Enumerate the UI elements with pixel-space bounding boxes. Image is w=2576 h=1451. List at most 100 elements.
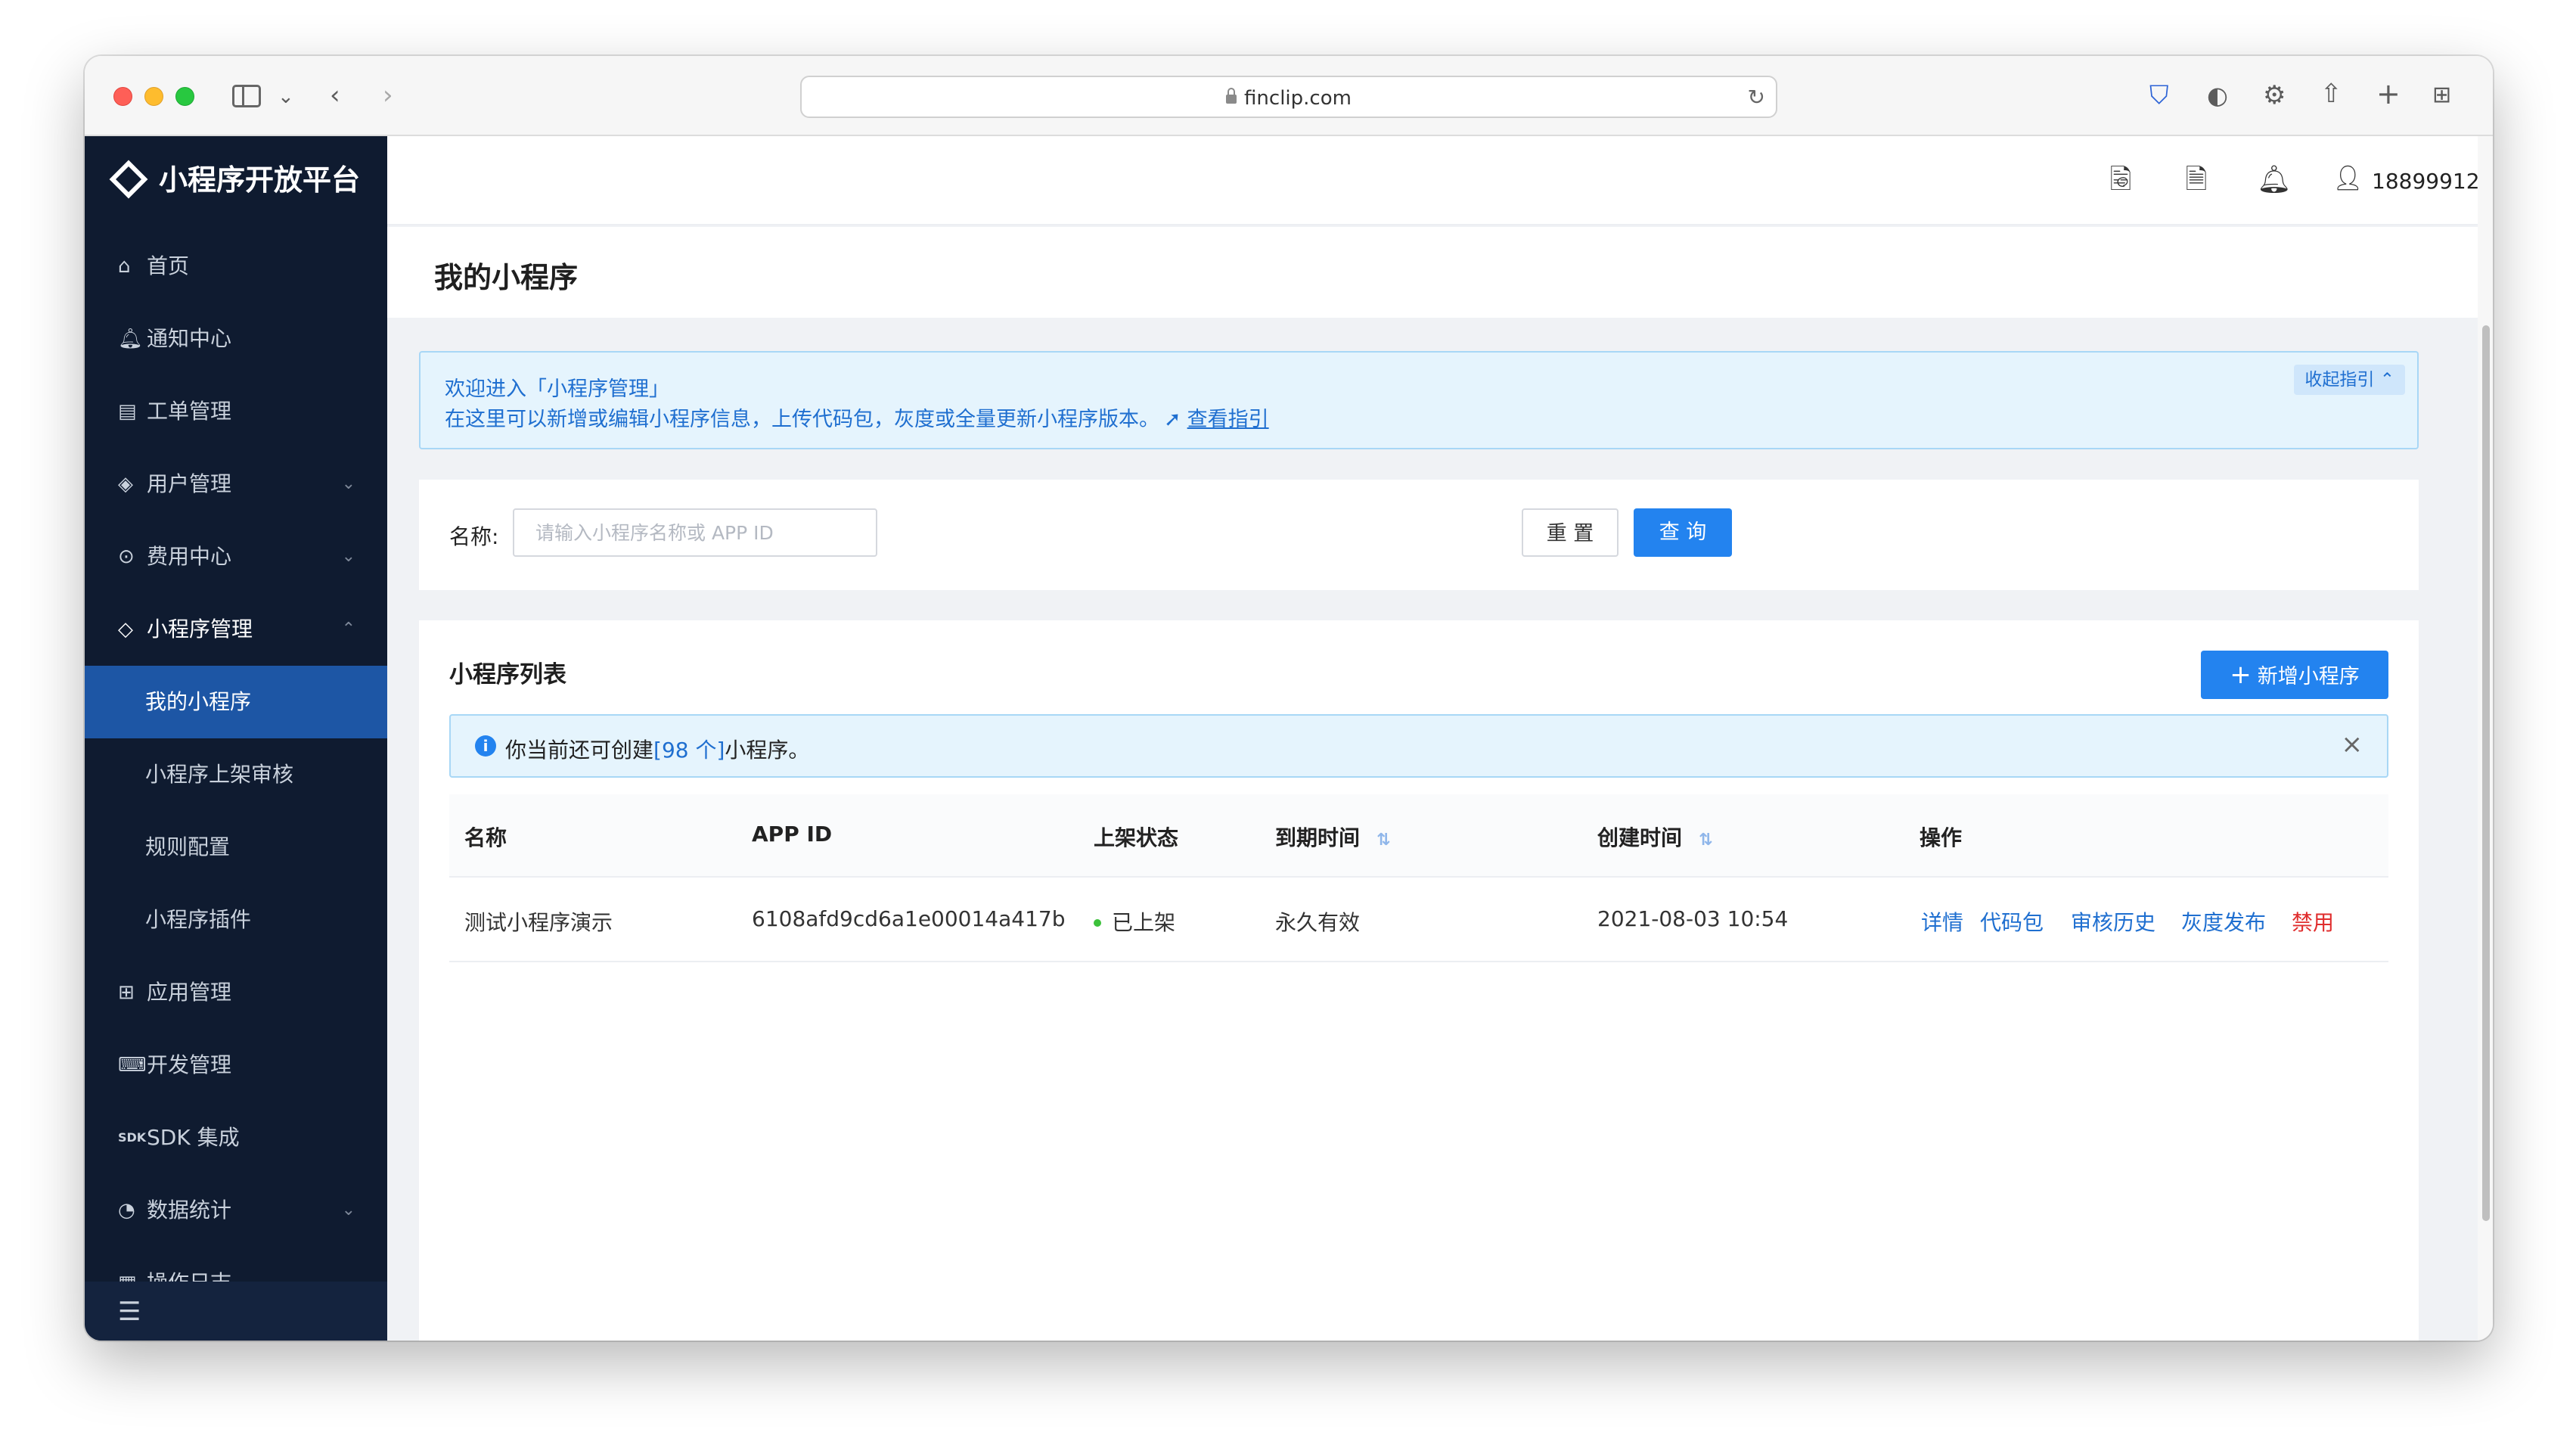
sidebar-item-label: 小程序管理 (147, 617, 253, 642)
pie-icon: ◔ (118, 1199, 135, 1222)
minimize-window-button[interactable] (144, 87, 163, 106)
sdk-icon: SDK (118, 1130, 147, 1145)
column-expire[interactable]: 到期时间 ⇅ (1275, 822, 1390, 852)
sidebar-item-label: 工单管理 (147, 399, 232, 424)
quota-notice: i 你当前还可创建[98 个]小程序。 × (449, 714, 2388, 778)
guide-line-1: 欢迎进入「小程序管理」 (445, 378, 669, 401)
tab-overview-grid-icon[interactable]: ⊞ (2432, 80, 2451, 110)
document-search-icon[interactable]: 🗟 (2106, 163, 2136, 197)
bell-icon: 🔔︎ (118, 328, 144, 350)
reset-button[interactable]: 重 置 (1522, 508, 1619, 557)
brand-logo[interactable]: 小程序开放平台 (109, 157, 360, 203)
sidebar-collapse-bar[interactable]: ☰ (85, 1282, 387, 1341)
action-disable-link[interactable]: 禁用 (2292, 906, 2334, 937)
sidebar-item-label: 开发管理 (147, 1052, 232, 1077)
gear-icon[interactable]: ⚙ (2263, 80, 2286, 110)
table-row: 测试小程序演示 6108afd9cd6a1e00014a417b 已上架 永久有… (449, 878, 2388, 962)
scrollbar[interactable] (2478, 136, 2493, 1341)
add-mini-program-button[interactable]: + 新增小程序 (2201, 651, 2388, 699)
chevron-up-icon: ⌃ (2379, 370, 2394, 390)
new-tab-plus-icon[interactable]: + (2376, 79, 2401, 109)
table-header: 名称 APP ID 上架状态 到期时间 ⇅ 创建时间 ⇅ 操作 (449, 794, 2388, 878)
view-guide-link[interactable]: 查看指引 (1187, 408, 1269, 431)
add-mini-program-label: 新增小程序 (2257, 665, 2360, 688)
url-display: finclip.com (802, 87, 1776, 110)
sidebar-item-my-mini-programs[interactable]: 我的小程序 (85, 666, 387, 738)
sidebar-item-users[interactable]: ◈ 用户管理 ⌄ (85, 448, 387, 520)
close-icon[interactable]: × (2342, 729, 2363, 760)
sidebar-item-review[interactable]: 小程序上架审核 (85, 738, 387, 811)
document-list-icon[interactable]: 🗎 (2181, 163, 2211, 197)
chevron-down-icon[interactable]: ⌄ (278, 82, 294, 112)
action-gray-release-link[interactable]: 灰度发布 (2181, 906, 2266, 937)
sidebar-item-label: 数据统计 (147, 1198, 232, 1223)
list-title: 小程序列表 (449, 661, 566, 688)
top-header: 🗟 🗎 🔔︎ 7 👤︎ 18899912345 (387, 136, 2493, 225)
sidebar-item-rules[interactable]: 规则配置 (85, 811, 387, 884)
sidebar-item-mini-programs[interactable]: ◇ 小程序管理 ⌃ (85, 593, 387, 666)
sidebar-item-statistics[interactable]: ◔ 数据统计 ⌄ (85, 1174, 387, 1247)
quota-notice-text: 你当前还可创建[98 个]小程序。 (505, 734, 809, 764)
sidebar-item-label: SDK 集成 (147, 1125, 240, 1150)
sidebar-item-notifications[interactable]: 🔔︎ 通知中心 (85, 303, 387, 375)
menu-collapse-icon[interactable]: ☰ (118, 1297, 141, 1327)
send-icon: ➚ (1164, 408, 1181, 431)
sidebar-item-development[interactable]: ⌨ 开发管理 (85, 1029, 387, 1101)
app-area: 小程序开放平台 ⌂ 首页 🔔︎ 通知中心 ▤ 工单管理 ◈ 用户管理 ⌄ ⊙ 费 (85, 136, 2493, 1341)
user-icon[interactable]: 👤︎ (2332, 163, 2363, 192)
column-created[interactable]: 创建时间 ⇅ (1597, 822, 1712, 852)
home-icon: ⌂ (118, 255, 131, 278)
privacy-half-circle-icon[interactable]: ◐ (2207, 80, 2228, 110)
filter-bar: 名称: 重 置 查 询 (419, 480, 2419, 590)
sidebar-item-sdk[interactable]: SDK SDK 集成 (85, 1101, 387, 1174)
cell-status: 已上架 (1094, 906, 1175, 937)
sort-icon[interactable]: ⇅ (1699, 831, 1712, 850)
reload-icon[interactable]: ↻ (1748, 85, 1765, 110)
sidebar-item-apps[interactable]: ⊞ 应用管理 (85, 956, 387, 1029)
sidebar-toggle-icon[interactable] (232, 85, 261, 107)
back-arrow-icon[interactable]: ‹ (330, 80, 340, 110)
chevron-down-icon: ⌄ (341, 547, 355, 566)
address-bar[interactable]: finclip.com ↻ (800, 76, 1777, 118)
sidebar-item-billing[interactable]: ⊙ 费用中心 ⌄ (85, 520, 387, 593)
url-text: finclip.com (1244, 87, 1352, 110)
browser-window: ⌄ ‹ › finclip.com ↻ ⛉ ◐ ⚙ ⇧ + ⊞ 小程序开放平台 … (85, 56, 2493, 1341)
sidebar-item-home[interactable]: ⌂ 首页 (85, 230, 387, 303)
status-online-dot (1094, 919, 1101, 927)
password-shield-icon[interactable]: ⛉ (2149, 80, 2169, 110)
collapse-guide-button[interactable]: 收起指引 ⌃ (2294, 365, 2405, 395)
chevron-down-icon: ⌄ (341, 1201, 355, 1220)
sidebar-item-label: 费用中心 (147, 544, 232, 569)
browser-titlebar: ⌄ ‹ › finclip.com ↻ ⛉ ◐ ⚙ ⇧ + ⊞ (85, 56, 2493, 136)
coin-icon: ⊙ (118, 545, 135, 568)
scrollbar-thumb[interactable] (2482, 325, 2490, 1221)
diamond-logo-icon (109, 160, 148, 198)
sidebar-item-label: 我的小程序 (145, 689, 252, 714)
forward-arrow-icon[interactable]: › (383, 80, 393, 110)
sidebar-item-tickets[interactable]: ▤ 工单管理 (85, 375, 387, 448)
layers-icon: ◈ (118, 473, 133, 496)
sidebar-item-plugins[interactable]: 小程序插件 (85, 884, 387, 956)
action-detail-link[interactable]: 详情 (1921, 906, 1963, 937)
action-code-package-link[interactable]: 代码包 (1980, 906, 2044, 937)
chevron-down-icon: ⌄ (341, 474, 355, 493)
sidebar-item-label: 规则配置 (145, 834, 231, 859)
sidebar-item-label: 小程序上架审核 (145, 762, 294, 787)
sort-icon[interactable]: ⇅ (1376, 831, 1390, 850)
zoom-window-button[interactable] (175, 87, 194, 106)
sidebar-item-label: 通知中心 (147, 326, 232, 351)
username[interactable]: 18899912345 (2372, 165, 2493, 198)
grid-icon: ⊞ (118, 981, 135, 1004)
main-content: 🗟 🗎 🔔︎ 7 👤︎ 18899912345 我的小程序 欢迎进入「小程序管理… (387, 136, 2493, 1341)
guide-line-2: 在这里可以新增或编辑小程序信息，上传代码包，灰度或全量更新小程序版本。 ➚ 查看指引 (445, 402, 1269, 432)
action-review-history-link[interactable]: 审核历史 (2071, 906, 2155, 937)
close-window-button[interactable] (113, 87, 132, 106)
info-icon: i (475, 735, 496, 757)
notification-bell-icon[interactable]: 🔔︎ (2257, 163, 2292, 197)
lock-icon (1226, 88, 1237, 104)
name-search-input[interactable] (513, 508, 877, 557)
share-icon[interactable]: ⇧ (2320, 79, 2342, 109)
query-button[interactable]: 查 询 (1634, 508, 1732, 557)
cell-name: 测试小程序演示 (464, 910, 613, 935)
cell-expire: 永久有效 (1275, 910, 1361, 935)
